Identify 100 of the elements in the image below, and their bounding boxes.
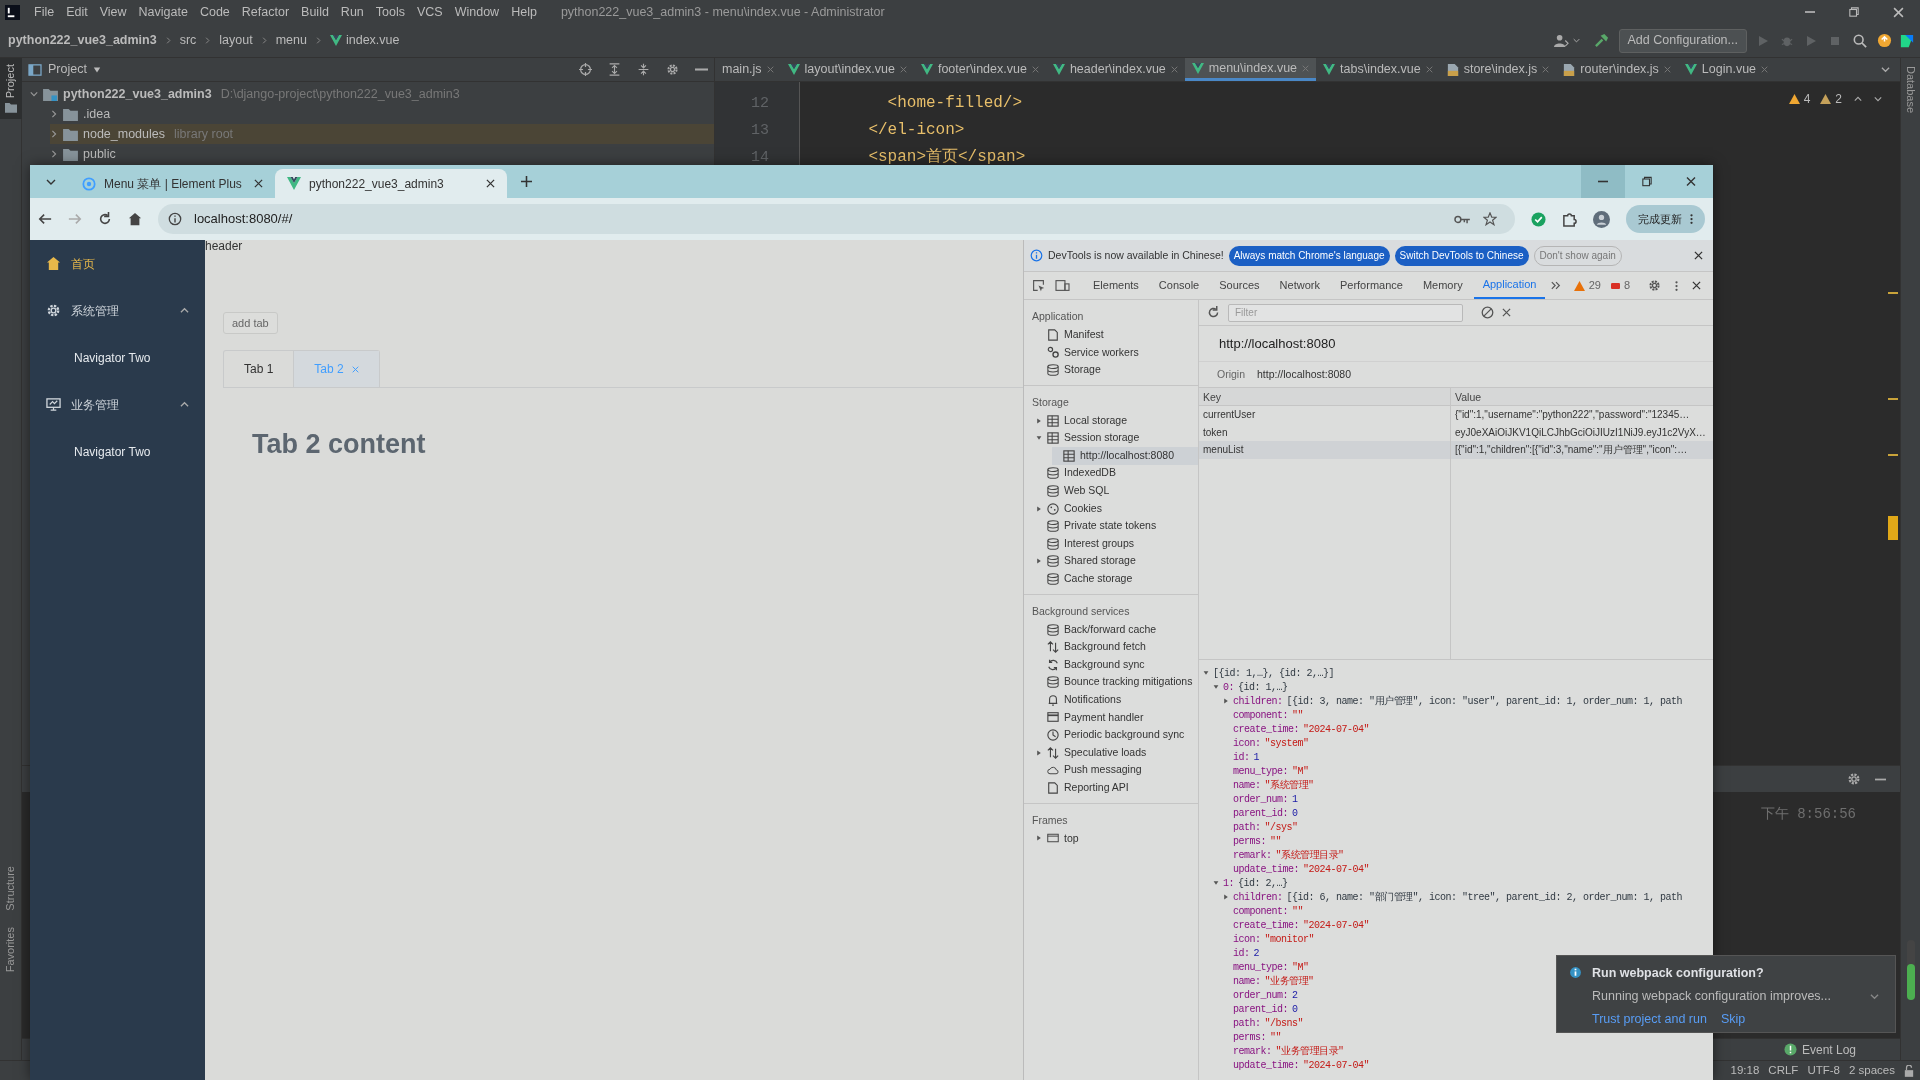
ide-logo-icon[interactable] <box>1900 33 1914 48</box>
tree-item[interactable]: .idea <box>50 104 714 124</box>
address-bar[interactable]: localhost:8080/#/ <box>158 204 1515 234</box>
infobar-button[interactable]: Always match Chrome's language <box>1228 245 1390 266</box>
menu-item[interactable]: File <box>28 2 61 22</box>
run-configuration-button[interactable]: Add Configuration... <box>1618 28 1747 53</box>
settings-icon[interactable] <box>1648 279 1661 292</box>
table-row[interactable]: currentUser {"id":1,"username":"python222","password":"12345… <box>1199 406 1713 424</box>
restore-icon[interactable] <box>1849 7 1859 17</box>
project-view-icon[interactable] <box>28 63 42 76</box>
back-icon[interactable] <box>38 212 52 226</box>
column-header[interactable]: Key <box>1199 388 1451 405</box>
tool-window-tab[interactable]: Structure <box>2 858 19 919</box>
close-icon[interactable] <box>1694 251 1703 260</box>
add-tab-button[interactable]: add tab <box>223 312 278 335</box>
collapsed-arrow-icon[interactable] <box>1036 505 1042 512</box>
menu-item[interactable]: Edit <box>60 2 94 22</box>
event-log-button[interactable]: Event Log <box>1783 1040 1856 1059</box>
next-highlight-icon[interactable] <box>1874 95 1882 103</box>
expand-all-icon[interactable] <box>608 63 621 76</box>
update-button[interactable]: 完成更新 <box>1626 205 1705 233</box>
sidebar-item[interactable]: Private state tokens <box>1036 517 1198 535</box>
preview-line[interactable]: icon: "monitor" <box>1223 932 1713 946</box>
preview-line[interactable]: remark: "系统管理目录" <box>1223 848 1713 862</box>
editor-tab[interactable]: router\index.js <box>1556 58 1678 81</box>
collapsed-arrow-icon[interactable] <box>1036 749 1042 756</box>
notification-link[interactable]: Trust project and run <box>1592 1009 1707 1029</box>
lock-icon[interactable] <box>1904 1064 1914 1077</box>
menu-item[interactable]: 首页 <box>30 240 205 287</box>
sidebar-item[interactable]: Service workers <box>1036 343 1198 362</box>
sidebar-item[interactable]: Session storage <box>1036 429 1198 447</box>
breadcrumb[interactable]: layout <box>219 31 253 50</box>
sidebar-item[interactable]: Interest groups <box>1036 534 1198 553</box>
devtools-tab[interactable]: Performance <box>1330 272 1412 299</box>
refresh-icon[interactable] <box>1207 306 1220 319</box>
editor-tab[interactable]: menu\index.vue <box>1184 58 1317 81</box>
sidebar-item[interactable]: Notifications <box>1036 691 1198 709</box>
bookmark-icon[interactable] <box>1483 212 1497 226</box>
devtools-tab[interactable]: Elements <box>1084 272 1148 299</box>
filter-field[interactable]: Filter <box>1228 303 1463 322</box>
caret-icon[interactable] <box>1572 37 1580 44</box>
editor-tab[interactable]: store\index.js <box>1439 58 1557 81</box>
preview-line[interactable]: parent_id: 0 <box>1223 806 1713 820</box>
status-bar-item[interactable]: CRLF <box>1768 1061 1799 1080</box>
profile-icon[interactable] <box>1593 210 1610 228</box>
sidebar-item[interactable]: Speculative loads <box>1036 743 1198 762</box>
sidebar-item[interactable]: Push messaging <box>1036 761 1198 780</box>
app-logo-icon[interactable] <box>5 4 20 20</box>
collapsed-arrow-icon[interactable] <box>1036 417 1042 424</box>
sidebar-item[interactable]: Local storage <box>1036 411 1198 430</box>
more-tabs-icon[interactable] <box>1551 281 1562 290</box>
devtools-tab[interactable]: Sources <box>1210 272 1269 299</box>
submenu-item[interactable]: Navigator Two <box>30 428 205 475</box>
dropdown-caret-icon[interactable] <box>92 65 101 74</box>
sidebar-item[interactable]: Bounce tracking mitigations <box>1036 673 1198 692</box>
sidebar-item[interactable]: Cookies <box>1036 499 1198 518</box>
expanded-arrow-icon[interactable] <box>1203 670 1209 676</box>
breadcrumb[interactable]: python222_vue3_admin3 <box>8 31 157 50</box>
preview-line[interactable]: create_time: "2024-07-04" <box>1223 722 1713 736</box>
menu-item[interactable]: Build <box>295 2 335 22</box>
preview-line[interactable]: update_time: "2024-07-04" <box>1223 1058 1713 1072</box>
tab[interactable]: Tab 1 <box>224 351 294 388</box>
menu-item[interactable]: Window <box>448 2 506 22</box>
more-icon[interactable] <box>1675 279 1678 292</box>
settings-icon[interactable] <box>1847 772 1861 786</box>
notification-link[interactable]: Skip <box>1720 1009 1746 1029</box>
clear-all-icon[interactable] <box>1481 306 1494 319</box>
editor-tab[interactable]: header\index.vue <box>1045 58 1185 81</box>
close-icon[interactable] <box>1893 6 1904 18</box>
preview-line[interactable]: children: [{id: 6, name: "部门管理", icon: "tree", parent_id: 2, order_num: 1, path <box>1223 890 1713 904</box>
sidebar-item[interactable]: Background sync <box>1036 655 1198 674</box>
preview-line[interactable]: order_num: 1 <box>1223 792 1713 806</box>
menu-item[interactable]: 业务管理 <box>30 381 205 428</box>
preview-line[interactable]: update_time: "2024-07-04" <box>1223 862 1713 876</box>
breadcrumb[interactable]: menu <box>275 31 307 50</box>
sidebar-item[interactable]: http://localhost:8080 <box>1052 446 1198 465</box>
table-row[interactable]: menuList [{"id":1,"children":[{"id":3,"name":"用户管理","icon":… <box>1199 441 1713 459</box>
menu-item[interactable]: Run <box>334 2 370 22</box>
tool-window-tab[interactable]: Database <box>1902 58 1919 122</box>
locate-icon[interactable] <box>579 63 592 76</box>
preview-line[interactable]: name: "系统管理" <box>1223 778 1713 792</box>
preview-line[interactable]: perms: "" <box>1223 1030 1713 1044</box>
menu-item[interactable]: VCS <box>411 2 449 22</box>
delete-icon[interactable] <box>1502 308 1511 317</box>
reload-icon[interactable] <box>98 212 112 226</box>
breadcrumb[interactable]: src <box>179 31 197 50</box>
new-tab-icon[interactable] <box>521 176 532 187</box>
submenu-item[interactable]: Navigator Two <box>30 334 205 381</box>
menu-item[interactable]: View <box>93 2 133 22</box>
sidebar-item[interactable]: IndexedDB <box>1036 464 1198 483</box>
collapsed-arrow-icon[interactable] <box>1223 894 1229 900</box>
sidebar-item[interactable]: Periodic background sync <box>1036 726 1198 744</box>
editor-tab[interactable]: main.js <box>715 58 781 81</box>
hammer-icon[interactable] <box>1593 33 1609 48</box>
preview-line[interactable]: component: "" <box>1223 708 1713 722</box>
weak-warning-icon[interactable] <box>1820 94 1832 104</box>
breadcrumb[interactable]: index.vue <box>330 31 400 50</box>
sidebar-item[interactable]: Manifest <box>1036 326 1198 344</box>
expanded-arrow-icon[interactable] <box>1213 880 1219 886</box>
update-icon[interactable] <box>1877 33 1892 48</box>
